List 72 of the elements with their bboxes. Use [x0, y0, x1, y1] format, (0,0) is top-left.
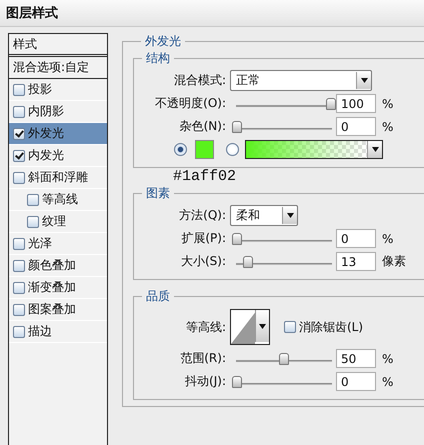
slider-thumb[interactable]	[232, 232, 242, 244]
unit-label: %	[381, 96, 394, 110]
field-label: 等高线:	[184, 318, 227, 336]
group-title: 品质	[145, 288, 171, 305]
checkbox[interactable]	[13, 150, 25, 162]
value-field[interactable]: 13	[336, 252, 376, 271]
radio-button[interactable]	[226, 143, 239, 156]
contour-picker[interactable]	[230, 309, 270, 345]
style-item[interactable]: 投影	[9, 79, 107, 101]
slider-thumb[interactable]	[232, 120, 242, 132]
slider-thumb[interactable]	[279, 352, 289, 364]
checkbox[interactable]	[13, 172, 25, 184]
checkbox[interactable]	[13, 304, 25, 316]
caret-icon	[259, 324, 266, 328]
technique-dropdown[interactable]: 柔和	[230, 205, 298, 226]
group-title: 结构	[145, 50, 171, 67]
field-label: 方法(Q):	[178, 207, 227, 224]
value-field[interactable]: 0	[336, 372, 376, 391]
slider-label: 范围(R):	[179, 350, 227, 367]
slider-label: 杂色(N):	[178, 118, 227, 135]
checkbox[interactable]	[13, 282, 25, 294]
checkbox[interactable]	[27, 194, 39, 206]
slider-thumb[interactable]	[243, 256, 254, 268]
group-title: 外发光	[144, 33, 182, 50]
checkbox[interactable]	[13, 260, 25, 272]
blend-mode-dropdown[interactable]: 正常	[230, 70, 372, 91]
style-item[interactable]: 纹理	[9, 211, 107, 233]
color-swatch[interactable]	[195, 140, 214, 159]
slider-label: 抖动(J):	[184, 373, 227, 390]
slider-thumb[interactable]	[326, 98, 336, 110]
window-title: 图层样式	[6, 5, 58, 22]
value-field[interactable]: 50	[336, 349, 376, 368]
slider-label: 扩展(P):	[180, 230, 227, 247]
caret-icon	[286, 213, 294, 218]
style-item[interactable]: 外发光	[9, 123, 107, 145]
unit-label: 像素	[381, 253, 406, 270]
style-item[interactable]: 描边	[9, 321, 107, 343]
checkbox[interactable]	[13, 128, 25, 140]
color-code-annotation: #1aff02	[173, 168, 236, 185]
list-header: 样式	[9, 34, 107, 57]
style-item[interactable]: 斜面和浮雕	[9, 167, 107, 189]
style-item[interactable]: 渐变叠加	[9, 277, 107, 299]
value-field[interactable]: 0	[336, 229, 376, 248]
style-item[interactable]: 图案叠加	[9, 299, 107, 321]
checkbox-label: 消除锯齿(L)	[298, 318, 364, 336]
unit-label: %	[381, 120, 394, 134]
caret-icon	[372, 147, 378, 152]
unit-label: %	[381, 352, 394, 366]
field-label: 混合模式:	[172, 72, 227, 89]
group-title: 图素	[145, 185, 171, 202]
checkbox[interactable]	[13, 84, 25, 96]
style-item[interactable]: 等高线	[9, 189, 107, 211]
slider-label: 大小(S):	[180, 253, 227, 270]
style-item[interactable]: 内发光	[9, 145, 107, 167]
unit-label: %	[381, 374, 394, 388]
unit-label: %	[381, 232, 394, 246]
checkbox[interactable]	[13, 238, 25, 250]
slider-label: 不透明度(O):	[154, 95, 227, 112]
checkbox[interactable]	[284, 321, 296, 333]
checkbox[interactable]	[13, 106, 25, 118]
caret-icon	[360, 78, 368, 83]
gradient-picker[interactable]	[245, 140, 383, 159]
blend-options-item[interactable]: 混合选项:自定	[9, 57, 107, 79]
value-field[interactable]: 100	[336, 94, 376, 113]
radio-button[interactable]	[174, 143, 187, 156]
checkbox[interactable]	[27, 216, 39, 228]
style-item[interactable]: 颜色叠加	[9, 255, 107, 277]
contour-curve-icon	[231, 310, 256, 344]
style-item[interactable]: 光泽	[9, 233, 107, 255]
slider-thumb[interactable]	[232, 376, 242, 388]
checkbox[interactable]	[13, 326, 25, 338]
value-field[interactable]: 0	[336, 117, 376, 136]
